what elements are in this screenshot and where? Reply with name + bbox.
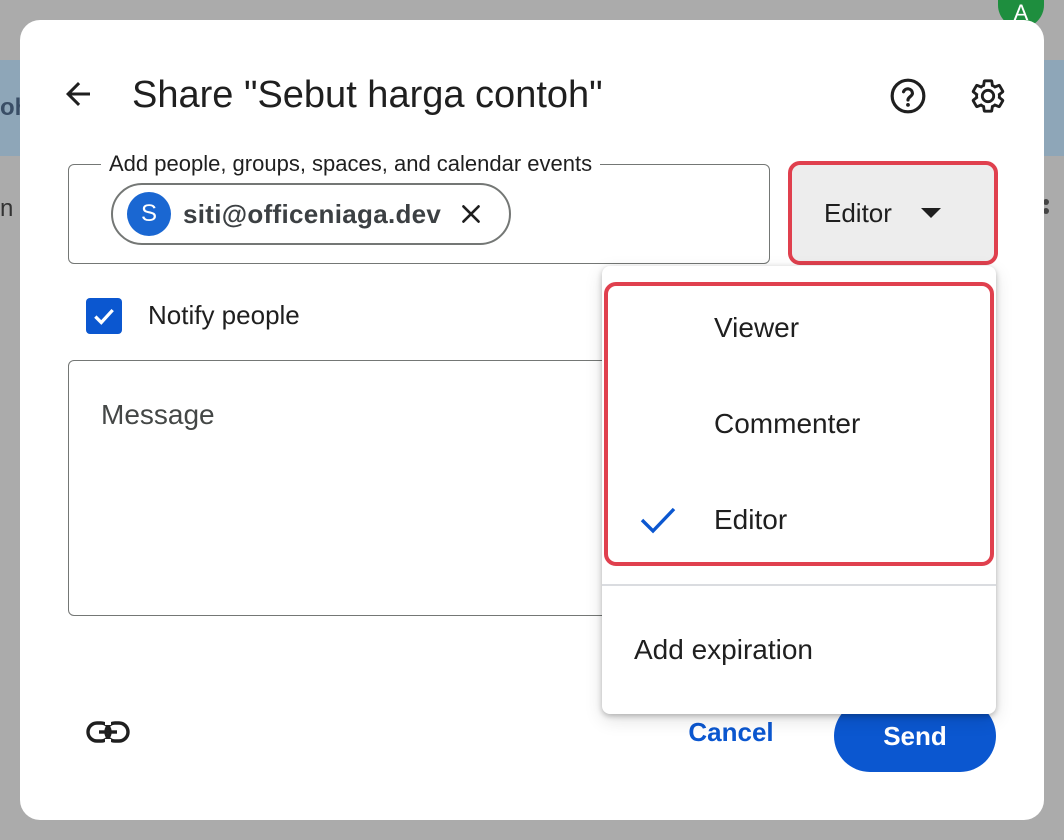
recipient-avatar: S [127, 192, 171, 236]
copy-link-button[interactable] [84, 714, 132, 750]
checkmark-icon [94, 308, 114, 325]
close-icon [462, 205, 481, 223]
add-people-field[interactable]: Add people, groups, spaces, and calendar… [68, 151, 770, 264]
role-option-label: Commenter [714, 408, 861, 439]
back-button[interactable] [56, 72, 100, 116]
recipient-email: siti@officeniaga.dev [183, 198, 442, 229]
role-option-viewer[interactable]: Viewer [602, 280, 996, 376]
role-dropdown-label: Editor [824, 197, 892, 228]
arrow-back-icon [66, 82, 90, 106]
role-option-editor[interactable]: Editor [602, 472, 996, 568]
remove-recipient-button[interactable] [455, 198, 487, 230]
help-button[interactable] [888, 76, 928, 116]
menu-divider [602, 584, 996, 586]
add-expiration-option[interactable]: Add expiration [602, 602, 996, 698]
gear-icon [971, 79, 1005, 113]
dialog-title: Share "Sebut harga contoh" [132, 74, 603, 116]
notify-people-label: Notify people [148, 300, 300, 330]
message-placeholder: Message [101, 399, 215, 430]
role-dropdown-button[interactable]: Editor [788, 161, 998, 265]
add-expiration-label: Add expiration [634, 634, 814, 665]
notify-people-checkbox[interactable] [86, 298, 122, 334]
settings-button[interactable] [968, 76, 1008, 116]
recipient-chip[interactable]: S siti@officeniaga.dev [111, 183, 511, 245]
role-option-label: Editor [714, 504, 788, 535]
link-icon [86, 721, 130, 743]
help-circle-icon [890, 78, 926, 114]
role-menu: Viewer Commenter Editor Add expiration [602, 266, 996, 714]
role-option-label: Viewer [714, 312, 800, 343]
checkmark-icon [640, 507, 676, 534]
caret-down-icon [920, 208, 941, 218]
role-option-commenter[interactable]: Commenter [602, 376, 996, 472]
add-people-label: Add people, groups, spaces, and calendar… [101, 151, 601, 177]
